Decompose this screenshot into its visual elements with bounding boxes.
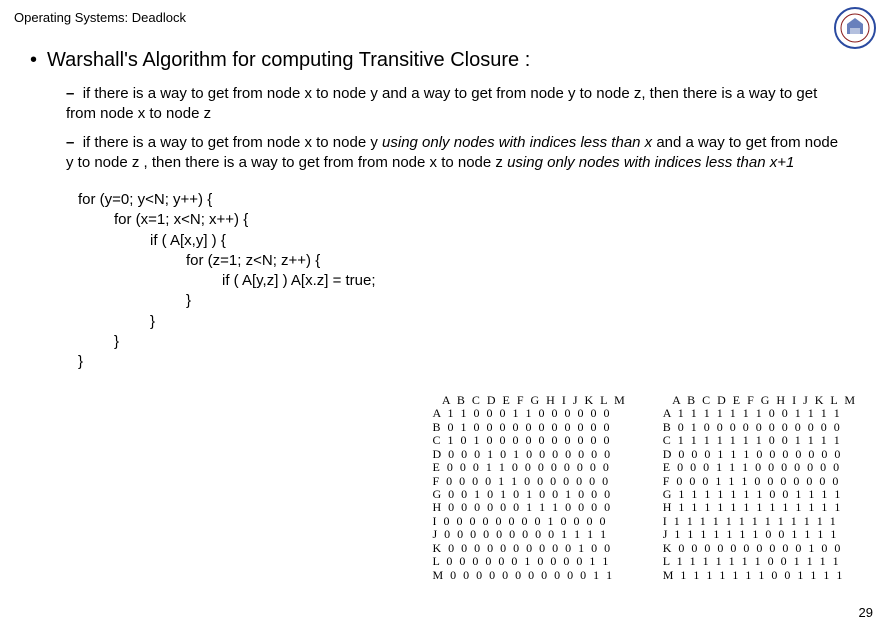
- code-line: if ( A[x,y] ) {: [78, 231, 877, 251]
- matrix-after: A B C D E F G H I J K L M A 1 1 1 1 1 1 …: [663, 394, 857, 582]
- code-line: for (y=0; y<N; y++) {: [78, 190, 877, 210]
- matrix-before: A B C D E F G H I J K L M A 1 1 0 0 0 1 …: [433, 394, 627, 582]
- code-line: for (x=1; x<N; x++) {: [78, 210, 877, 230]
- page-header: Operating Systems: Deadlock: [14, 10, 877, 25]
- sub-bullet-2: – if there is a way to get from node x t…: [66, 133, 847, 172]
- page-number: 29: [859, 605, 873, 620]
- code-line: }: [78, 291, 877, 311]
- code-line: }: [78, 352, 877, 372]
- code-line: for (z=1; z<N; z++) {: [78, 251, 877, 271]
- matrices-container: A B C D E F G H I J K L M A 1 1 0 0 0 1 …: [433, 394, 858, 582]
- code-line: if ( A[y,z] ) A[x.z] = true;: [78, 271, 877, 291]
- sub-bullet-1: – if there is a way to get from node x t…: [66, 84, 847, 123]
- code-line: }: [78, 312, 877, 332]
- university-crest-logo: [833, 6, 877, 50]
- main-title: Warshall's Algorithm for computing Trans…: [47, 49, 530, 72]
- code-line: }: [78, 332, 877, 352]
- main-bullet: • Warshall's Algorithm for computing Tra…: [30, 49, 877, 72]
- bullet-dot: •: [30, 49, 37, 72]
- code-block: for (y=0; y<N; y++) { for (x=1; x<N; x++…: [78, 190, 877, 372]
